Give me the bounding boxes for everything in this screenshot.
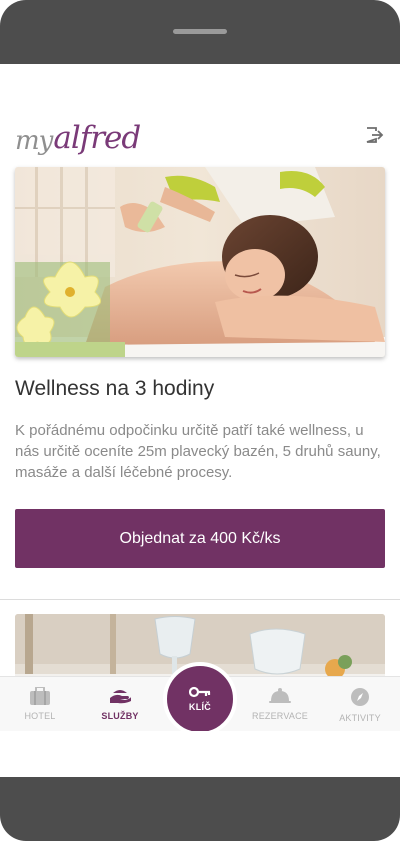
app-screen: my alfred Wellness na 3 hodiny K pořádné… [0,64,400,731]
phone-top-bezel [0,0,400,64]
wellness-image[interactable] [15,167,385,357]
compass-icon [351,688,369,706]
nav-item-aktivity[interactable]: AKTIVITY [320,677,400,731]
card-divider [0,599,400,600]
logo-my-text: my [15,126,53,156]
key-label: KLÍČ [188,702,212,712]
nav-item-hotel[interactable]: HOTEL [0,677,80,731]
logout-icon[interactable] [364,125,384,145]
order-button[interactable]: Objednat za 400 Kč/ks [15,509,385,568]
key-icon [189,686,211,698]
nav-label-aktivity: AKTIVITY [339,713,381,723]
app-header: my alfred [0,64,400,164]
phone-bottom-bezel [0,777,400,841]
card-title: Wellness na 3 hodiny [15,377,215,400]
serving-hand-icon [110,690,131,704]
nav-label-hotel: HOTEL [24,711,56,721]
logo-alfred-text: alfred [53,120,141,156]
cloche-icon [269,688,291,703]
suitcase-icon [30,687,50,705]
massage-photo [15,167,385,357]
myalfred-logo: my alfred [15,106,141,156]
key-button[interactable]: KLÍČ [163,662,237,731]
nav-item-sluzby[interactable]: SLUŽBY [80,677,160,731]
card-description: K pořádnému odpočinku určitě patří také … [15,422,381,481]
nav-item-rezervace[interactable]: REZERVACE [240,677,320,731]
nav-label-sluzby: SLUŽBY [101,711,139,721]
phone-speaker [173,29,227,34]
nav-label-rezervace: REZERVACE [252,711,308,721]
